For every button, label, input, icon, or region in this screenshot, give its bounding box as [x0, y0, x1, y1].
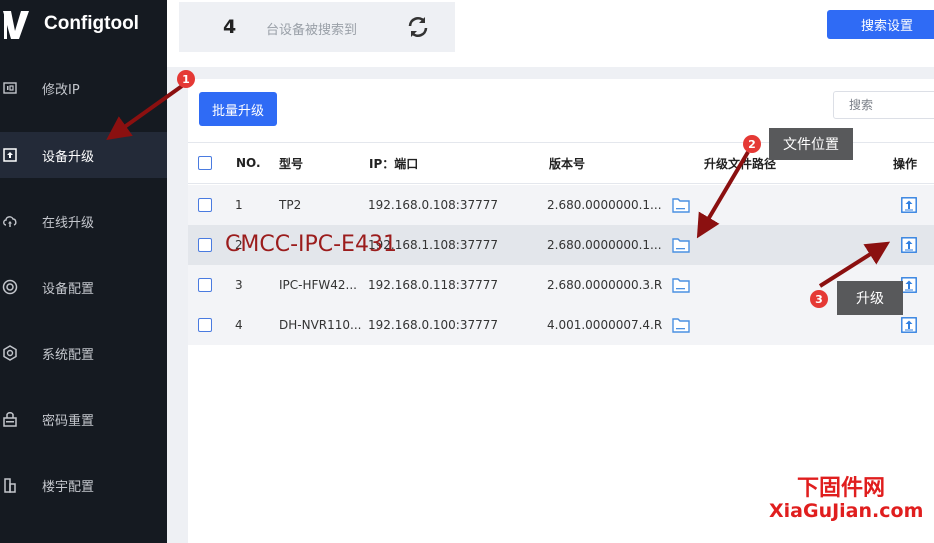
tooltip-file-location: 文件位置 — [769, 128, 853, 160]
sidebar: Configtool 修改IP 设备升级 在线升级 设备配置 系统配置 密码重置… — [0, 0, 167, 543]
row-no: 1 — [235, 198, 243, 212]
sidebar-item-device-upgrade[interactable]: 设备升级 — [0, 132, 167, 178]
row-version: 4.001.0000007.4.R — [547, 318, 663, 332]
row-checkbox[interactable] — [198, 238, 212, 252]
row-checkbox[interactable] — [198, 278, 212, 292]
row-ip-port: 192.168.0.108:37777 — [368, 198, 499, 212]
cloud-upload-icon — [2, 213, 18, 229]
folder-icon[interactable] — [672, 185, 690, 225]
device-count-text: 台设备被搜索到 — [266, 23, 358, 38]
search-input[interactable] — [833, 91, 934, 119]
folder-icon[interactable] — [672, 305, 690, 345]
batch-upgrade-button[interactable]: 批量升级 — [199, 92, 277, 126]
sidebar-item-label: 系统配置 — [42, 347, 95, 363]
sidebar-item-label: 设备升级 — [42, 149, 95, 165]
annotation-badge-2: 2 — [743, 135, 761, 153]
sidebar-item-online-upgrade[interactable]: 在线升级 — [0, 198, 167, 244]
upgrade-action-icon[interactable] — [901, 225, 917, 265]
sidebar-item-building-config[interactable]: 楼宇配置 — [0, 462, 167, 508]
row-version: 2.680.0000000.1... — [547, 198, 662, 212]
table-row[interactable]: 1 TP2 192.168.0.108:37777 2.680.0000000.… — [188, 185, 934, 225]
upgrade-icon — [2, 147, 18, 163]
app-logo: Configtool — [0, 6, 139, 42]
refresh-button[interactable] — [405, 14, 431, 40]
ip-icon — [2, 80, 18, 96]
row-ip-port: 192.168.0.118:37777 — [368, 278, 499, 292]
sidebar-item-label: 密码重置 — [42, 413, 95, 429]
row-ip-port: 192.168.0.100:37777 — [368, 318, 499, 332]
annotation-badge-3: 3 — [810, 290, 828, 308]
upgrade-action-icon[interactable] — [901, 305, 917, 345]
column-header: 型号 — [279, 156, 304, 171]
sidebar-item-label: 修改IP — [42, 82, 80, 98]
column-header: 操作 — [893, 156, 918, 171]
model-overlay-text: CMCC-IPC-E431 — [225, 232, 397, 257]
row-version: 2.680.0000000.3.R — [547, 278, 663, 292]
logo-icon — [0, 6, 36, 42]
device-counter: 4 台设备被搜索到 — [179, 2, 455, 52]
row-version: 2.680.0000000.1... — [547, 238, 662, 252]
folder-icon[interactable] — [672, 265, 690, 305]
watermark-url: XiaGuJian.com — [769, 500, 924, 522]
upgrade-action-icon[interactable] — [901, 265, 917, 305]
upgrade-action-icon[interactable] — [901, 185, 917, 225]
sidebar-item-system-config[interactable]: 系统配置 — [0, 330, 167, 376]
column-header: 升级文件路径 — [704, 156, 777, 171]
search-settings-button[interactable]: 搜索设置 — [827, 10, 934, 39]
row-no: 3 — [235, 278, 243, 292]
app-title: Configtool — [44, 13, 139, 34]
column-header: 版本号 — [549, 156, 586, 171]
row-model: DH-NVR110... — [279, 318, 362, 332]
sidebar-item-label: 设备配置 — [42, 281, 95, 297]
watermark-title: 下固件网 — [797, 476, 886, 501]
row-model: IPC-HFW42... — [279, 278, 357, 292]
row-no: 4 — [235, 318, 243, 332]
annotation-badge-1: 1 — [177, 70, 195, 88]
password-reset-icon — [2, 411, 18, 427]
row-checkbox[interactable] — [198, 318, 212, 332]
sidebar-item-password-reset[interactable]: 密码重置 — [0, 396, 167, 442]
building-config-icon — [2, 477, 18, 493]
folder-icon[interactable] — [672, 225, 690, 265]
column-header: NO. — [236, 156, 261, 170]
sidebar-item-label: 在线升级 — [42, 215, 95, 231]
refresh-icon — [408, 17, 428, 37]
sidebar-item-label: 楼宇配置 — [42, 479, 95, 495]
column-header: IP：端口 — [369, 156, 419, 171]
row-model: TP2 — [279, 198, 302, 212]
device-count: 4 — [223, 16, 237, 38]
tooltip-upgrade: 升级 — [837, 281, 903, 315]
device-config-icon — [2, 279, 18, 295]
row-checkbox[interactable] — [198, 198, 212, 212]
table-row[interactable]: 4 DH-NVR110... 192.168.0.100:37777 4.001… — [188, 305, 934, 345]
sidebar-item-modify-ip[interactable]: 修改IP — [0, 65, 167, 111]
sidebar-item-device-config[interactable]: 设备配置 — [0, 264, 167, 310]
header: 4 台设备被搜索到 搜索设置 — [167, 0, 934, 67]
system-config-icon — [2, 345, 18, 361]
select-all-checkbox[interactable] — [198, 156, 212, 170]
